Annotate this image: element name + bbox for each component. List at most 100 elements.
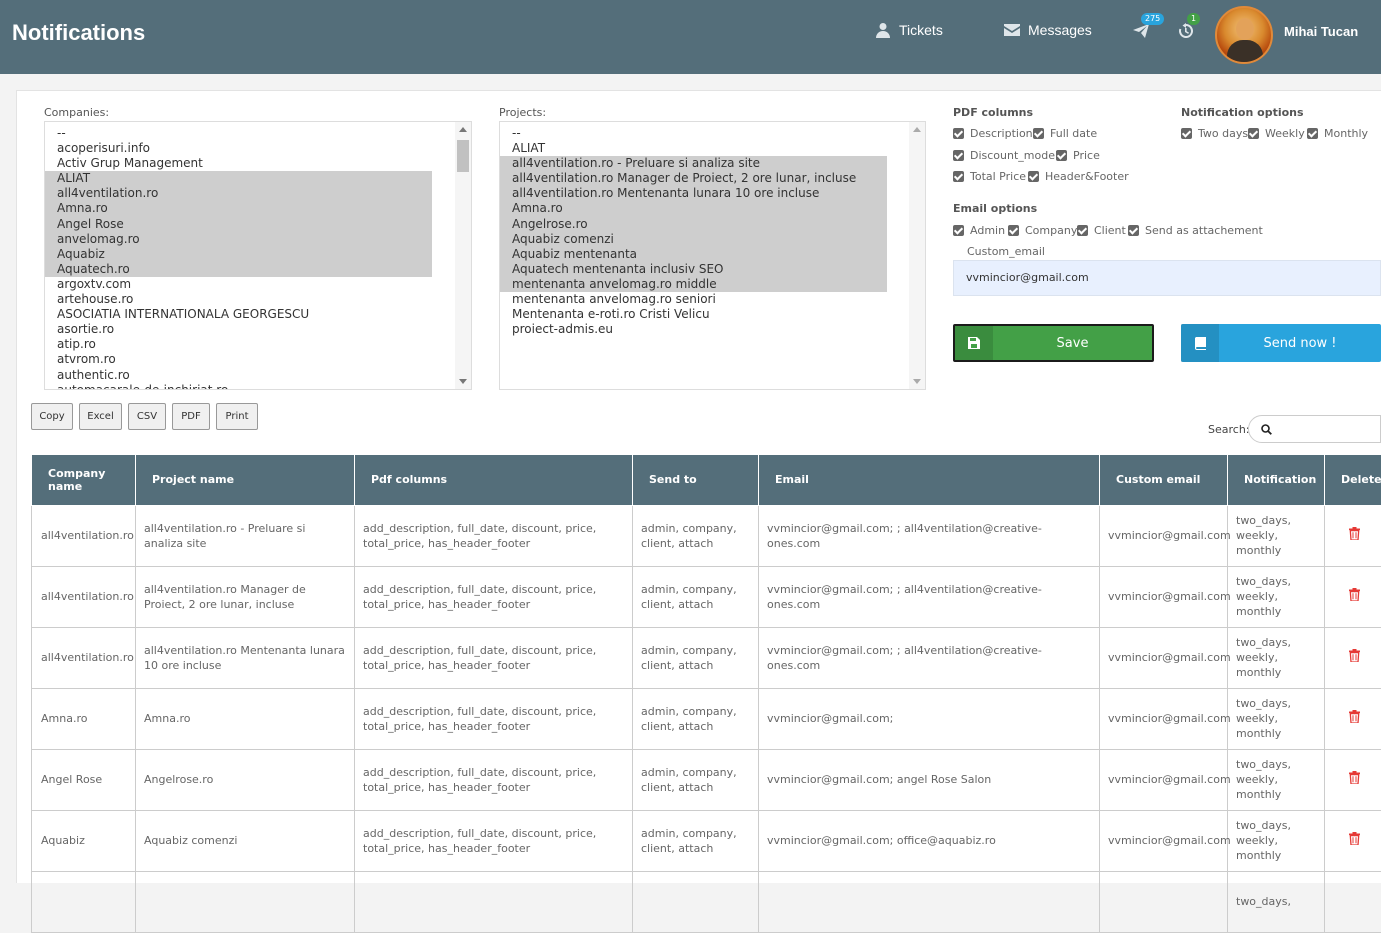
cb-total-price[interactable]: Total Price [953, 170, 1026, 183]
cb-description[interactable]: Description [953, 127, 1033, 140]
projects-option[interactable]: Aquabiz mentenanta [500, 247, 887, 262]
th-send-to[interactable]: Send to [633, 455, 759, 505]
projects-option[interactable]: mentenanta anvelomag.ro middle [500, 277, 887, 292]
checkbox-checked-icon[interactable] [1077, 225, 1088, 236]
excel-button[interactable]: Excel [79, 403, 122, 430]
companies-option[interactable]: automacarale-de-inchiriat.ro [45, 383, 432, 390]
projects-option[interactable]: all4ventilation.ro - Preluare si analiza… [500, 156, 887, 171]
cb-header-footer-label: Header&Footer [1045, 170, 1129, 183]
cb-admin[interactable]: Admin [953, 224, 1005, 237]
companies-option[interactable]: atvrom.ro [45, 352, 432, 367]
tasks-button[interactable]: 275 [1131, 14, 1155, 42]
companies-option[interactable]: -- [45, 126, 432, 141]
projects-option[interactable]: all4ventilation.ro Manager de Proiect, 2… [500, 171, 887, 186]
projects-scrollbar[interactable] [909, 122, 925, 389]
scroll-thumb[interactable] [457, 140, 469, 172]
cb-two-days[interactable]: Two days [1181, 127, 1248, 140]
th-delete[interactable]: Delete [1325, 455, 1381, 505]
cb-monthly[interactable]: Monthly [1307, 127, 1368, 140]
projects-option[interactable]: proiect-admis.eu [500, 322, 887, 337]
checkbox-checked-icon[interactable] [1033, 128, 1044, 139]
th-pdf-columns[interactable]: Pdf columns [355, 455, 633, 505]
projects-option[interactable]: Aquatech mentenanta inclusiv SEO [500, 262, 887, 277]
scroll-up-arrow-icon[interactable] [459, 127, 467, 132]
cell-custom-email: vvmincior@gmail.com [1100, 810, 1228, 871]
cb-header-footer[interactable]: Header&Footer [1028, 170, 1129, 183]
companies-option[interactable]: acoperisuri.info [45, 141, 432, 156]
cb-price[interactable]: Price [1056, 149, 1100, 162]
trash-icon[interactable] [1349, 527, 1360, 540]
projects-option[interactable]: ALIAT [500, 141, 887, 156]
companies-option[interactable]: atip.ro [45, 337, 432, 352]
username[interactable]: Mihai Tucan [1284, 24, 1358, 39]
cb-discount[interactable]: Discount_model [953, 149, 1058, 162]
send-now-button[interactable]: Send now ! [1181, 324, 1381, 362]
copy-button[interactable]: Copy [31, 403, 73, 430]
companies-option[interactable]: all4ventilation.ro [45, 186, 432, 201]
checkbox-checked-icon[interactable] [1307, 128, 1318, 139]
trash-icon[interactable] [1349, 649, 1360, 662]
projects-option[interactable]: Amna.ro [500, 201, 887, 216]
projects-option[interactable]: all4ventilation.ro Mentenanta lunara 10 … [500, 186, 887, 201]
th-notification[interactable]: Notification [1228, 455, 1325, 505]
checkbox-checked-icon[interactable] [1181, 128, 1192, 139]
projects-option[interactable]: Angelrose.ro [500, 217, 887, 232]
custom-email-input[interactable]: vvmincior@gmail.com [953, 260, 1381, 296]
history-button[interactable]: 1 [1176, 14, 1200, 42]
avatar[interactable] [1215, 6, 1273, 64]
checkbox-checked-icon[interactable] [953, 171, 964, 182]
scroll-up-arrow-icon[interactable] [913, 127, 921, 132]
companies-scrollbar[interactable] [455, 122, 471, 389]
history-badge: 1 [1187, 13, 1200, 25]
th-email[interactable]: Email [759, 455, 1100, 505]
scroll-down-arrow-icon[interactable] [913, 379, 921, 384]
save-button[interactable]: Save [953, 324, 1154, 362]
checkbox-checked-icon[interactable] [1248, 128, 1259, 139]
companies-option[interactable]: Amna.ro [45, 201, 432, 216]
cb-attach[interactable]: Send as attachement [1128, 224, 1263, 237]
companies-option[interactable]: artehouse.ro [45, 292, 432, 307]
checkbox-checked-icon[interactable] [953, 225, 964, 236]
companies-option[interactable]: anvelomag.ro [45, 232, 432, 247]
checkbox-checked-icon[interactable] [1008, 225, 1019, 236]
nav-messages[interactable]: Messages [1004, 22, 1092, 38]
companies-option[interactable]: asortie.ro [45, 322, 432, 337]
csv-button[interactable]: CSV [128, 403, 166, 430]
cb-company[interactable]: Company [1008, 224, 1077, 237]
search-input[interactable] [1248, 415, 1381, 443]
checkbox-checked-icon[interactable] [953, 150, 964, 161]
trash-icon[interactable] [1349, 710, 1360, 723]
cb-full-date[interactable]: Full date [1033, 127, 1097, 140]
trash-icon[interactable] [1349, 588, 1360, 601]
companies-option[interactable]: authentic.ro [45, 368, 432, 383]
pdf-button[interactable]: PDF [172, 403, 210, 430]
companies-option[interactable]: argoxtv.com [45, 277, 432, 292]
checkbox-checked-icon[interactable] [1028, 171, 1039, 182]
projects-option[interactable]: Aquabiz comenzi [500, 232, 887, 247]
projects-select[interactable]: --ALIATall4ventilation.ro - Preluare si … [499, 121, 926, 390]
checkbox-checked-icon[interactable] [1128, 225, 1139, 236]
companies-option[interactable]: Activ Grup Management [45, 156, 432, 171]
print-button[interactable]: Print [216, 403, 258, 430]
checkbox-checked-icon[interactable] [953, 128, 964, 139]
trash-icon[interactable] [1349, 832, 1360, 845]
projects-option[interactable]: -- [500, 126, 887, 141]
cell-project: Amna.ro [136, 688, 355, 749]
trash-icon[interactable] [1349, 771, 1360, 784]
companies-option[interactable]: Angel Rose [45, 217, 432, 232]
companies-option[interactable]: ALIAT [45, 171, 432, 186]
companies-option[interactable]: Aquabiz [45, 247, 432, 262]
cb-client[interactable]: Client [1077, 224, 1126, 237]
th-company-name[interactable]: Company name [32, 455, 136, 505]
scroll-down-arrow-icon[interactable] [459, 379, 467, 384]
companies-option[interactable]: ASOCIATIA INTERNATIONALA GEORGESCU [45, 307, 432, 322]
cb-weekly[interactable]: Weekly [1248, 127, 1305, 140]
nav-tickets[interactable]: Tickets [875, 22, 943, 38]
th-project-name[interactable]: Project name [136, 455, 355, 505]
checkbox-checked-icon[interactable] [1056, 150, 1067, 161]
projects-option[interactable]: mentenanta anvelomag.ro seniori [500, 292, 887, 307]
th-custom-email[interactable]: Custom email [1100, 455, 1228, 505]
companies-option[interactable]: Aquatech.ro [45, 262, 432, 277]
projects-option[interactable]: Mentenanta e-roti.ro Cristi Velicu [500, 307, 887, 322]
companies-select[interactable]: --acoperisuri.infoActiv Grup ManagementA… [44, 121, 472, 390]
